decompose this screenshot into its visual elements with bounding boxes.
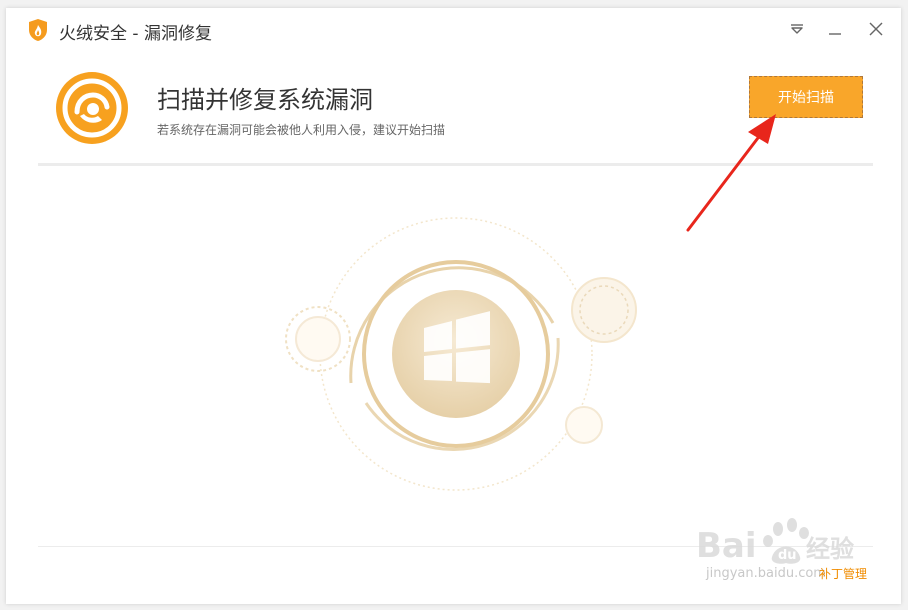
- svg-text:经验: 经验: [806, 535, 854, 563]
- page-title: 扫描并修复系统漏洞: [157, 86, 373, 114]
- close-icon: [869, 22, 883, 36]
- svg-text:Bai: Bai: [696, 526, 757, 566]
- vulnerability-scan-icon: [56, 72, 128, 144]
- dropdown-menu-icon: [791, 24, 803, 34]
- page-subtitle: 若系统存在漏洞可能会被他人利用入侵，建议开始扫描: [157, 123, 446, 137]
- minimize-icon: [829, 33, 841, 35]
- fire-shield-icon: [29, 19, 47, 41]
- menu-button[interactable]: [786, 18, 808, 40]
- close-button[interactable]: [865, 18, 887, 40]
- app-window: 火绒安全 - 漏洞修复 扫描并修复系统漏洞 若系统存在漏洞可能会被他人利用入侵，…: [6, 8, 901, 604]
- title-bar: 火绒安全 - 漏洞修复: [6, 8, 901, 53]
- red-arrow-annotation: [686, 114, 776, 232]
- minimize-button[interactable]: [824, 18, 846, 40]
- window-title: 火绒安全 - 漏洞修复: [59, 24, 212, 44]
- patch-management-link[interactable]: 补丁管理: [819, 565, 867, 582]
- watermark-url: jingyan.baidu.com: [706, 566, 826, 581]
- svg-text:du: du: [778, 548, 797, 563]
- scan-illustration: [285, 217, 637, 491]
